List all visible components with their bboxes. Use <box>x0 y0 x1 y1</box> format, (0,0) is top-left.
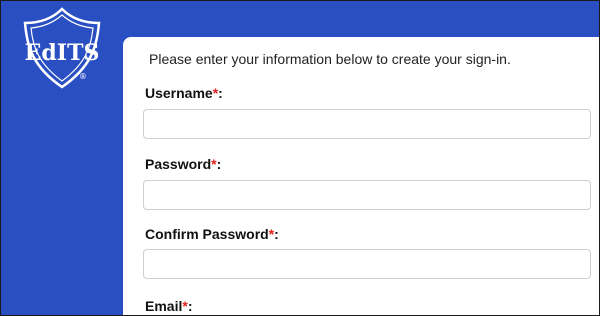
password-label: Password*: <box>145 156 221 172</box>
email-label-text: Email <box>145 298 183 314</box>
username-label: Username*: <box>145 85 223 101</box>
confirm-password-label-text: Confirm Password <box>145 226 269 242</box>
page-frame: EdITS ® Please enter your information be… <box>0 0 600 316</box>
confirm-password-label: Confirm Password*: <box>145 226 279 242</box>
label-colon: : <box>218 85 223 101</box>
label-colon: : <box>216 156 222 172</box>
username-label-text: Username <box>145 85 213 101</box>
confirm-password-input[interactable] <box>143 249 591 279</box>
label-colon: : <box>187 298 193 314</box>
password-label-text: Password <box>145 156 212 172</box>
password-input[interactable] <box>143 180 591 210</box>
edits-logo-icon: EdITS ® <box>19 5 105 91</box>
email-label: Email*: <box>145 298 192 314</box>
username-input[interactable] <box>143 109 591 139</box>
label-colon: : <box>274 226 279 242</box>
signin-form-card: Please enter your information below to c… <box>123 37 599 315</box>
intro-text: Please enter your information below to c… <box>149 51 511 67</box>
registered-mark: ® <box>79 72 87 81</box>
logo-text: EdITS <box>25 40 100 66</box>
